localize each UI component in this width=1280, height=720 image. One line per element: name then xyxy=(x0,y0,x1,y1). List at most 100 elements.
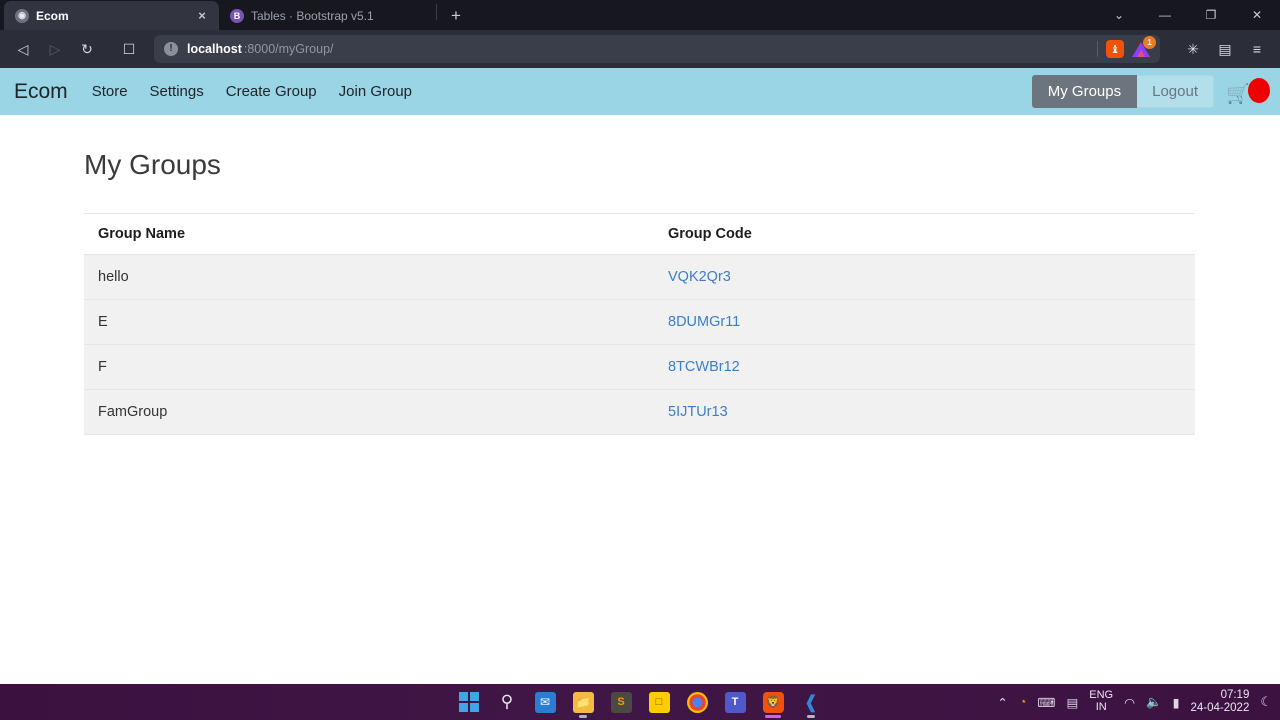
table-row: F 8TCWBr12 xyxy=(84,344,1195,390)
browser-tab-bootstrap[interactable]: B Tables · Bootstrap v5.1 xyxy=(219,1,434,30)
url-host: localhost xyxy=(187,42,242,56)
reload-icon[interactable]: ↻ xyxy=(72,35,102,63)
clock-date: 24-04-2022 xyxy=(1190,702,1250,714)
close-icon[interactable]: × xyxy=(195,8,209,23)
group-code-link[interactable]: VQK2Qr3 xyxy=(668,269,731,285)
start-button[interactable] xyxy=(456,687,482,717)
clock-time: 07:19 xyxy=(1220,689,1250,702)
tab-title: Ecom xyxy=(36,8,69,23)
bookmark-icon[interactable]: ☐ xyxy=(112,35,146,63)
show-hidden-icons-chevron-icon[interactable]: ⌃ xyxy=(997,695,1007,710)
globe-icon: ◉ xyxy=(15,8,29,23)
battery-icon[interactable]: ▮ xyxy=(1173,695,1180,710)
navbar-right: My Groups Logout 🛒 xyxy=(1031,68,1270,115)
system-tray: ⌃ ◔ ⌨ ▤ ENG IN ◠ 🔈 ▮ 07:19 24-04-2022 ☾ xyxy=(997,684,1272,720)
taskbar-apps: ⚲ ✉ 📁 S □ T 🦁 ❰ xyxy=(456,684,824,720)
window-controls: ⌄ — ❐ ✕ xyxy=(1096,0,1280,30)
language-indicator[interactable]: ENG IN xyxy=(1089,690,1113,713)
wallet-icon[interactable]: ▤ xyxy=(1210,35,1240,63)
cell-group-code: 5IJTUr13 xyxy=(654,389,1195,435)
table-row: FamGroup 5IJTUr13 xyxy=(84,389,1195,435)
do-not-disturb-icon[interactable]: ☾ xyxy=(1260,694,1272,710)
page-title: My Groups xyxy=(84,149,221,180)
tab-title: Tables · Bootstrap v5.1 xyxy=(251,8,374,23)
nav-links: Store Settings Create Group Join Group xyxy=(92,83,412,100)
cell-group-code: 8TCWBr12 xyxy=(654,344,1195,390)
site-info-icon[interactable]: ! xyxy=(164,42,178,56)
table-row: E 8DUMGr11 xyxy=(84,299,1195,345)
cart-button[interactable]: 🛒 xyxy=(1226,76,1270,108)
wifi-icon[interactable]: ◠ xyxy=(1124,695,1135,710)
site-navbar: Ecom Store Settings Create Group Join Gr… xyxy=(0,68,1280,115)
address-bar-icons: ♝ 1 xyxy=(1097,35,1160,63)
triangle-inner-shape xyxy=(1137,50,1145,57)
language-line-2: IN xyxy=(1095,701,1107,713)
nav-item-join-group[interactable]: Join Group xyxy=(339,83,412,100)
table-header-row: Group Name Group Code xyxy=(84,213,1195,255)
tab-strip: ◉ Ecom × B Tables · Bootstrap v5.1 + xyxy=(0,0,473,30)
touchpad-icon[interactable]: ▤ xyxy=(1066,695,1078,710)
groups-table: Group Name Group Code hello VQK2Qr3 E 8D… xyxy=(84,213,1195,435)
brave-shield-icon[interactable]: ♝ xyxy=(1106,40,1124,58)
page-content: Ecom Store Settings Create Group Join Gr… xyxy=(0,68,1280,684)
cart-badge xyxy=(1248,77,1270,103)
clock[interactable]: 07:19 24-04-2022 xyxy=(1191,689,1250,714)
windows-logo-icon xyxy=(459,692,479,712)
volume-icon[interactable]: 🔈 xyxy=(1146,695,1162,710)
toolbar-right-icons: ✳ ▤ ≡ xyxy=(1178,35,1272,63)
forward-icon[interactable]: ▷ xyxy=(40,35,70,63)
table-row: hello VQK2Qr3 xyxy=(84,254,1195,300)
sticky-notes-icon[interactable]: □ xyxy=(646,687,672,717)
menu-icon[interactable]: ≡ xyxy=(1242,35,1272,63)
browser-window: ◉ Ecom × B Tables · Bootstrap v5.1 + ⌄ —… xyxy=(0,0,1280,684)
sublime-text-icon[interactable]: S xyxy=(608,687,634,717)
bootstrap-icon: B xyxy=(230,8,244,23)
nav-item-settings[interactable]: Settings xyxy=(150,83,204,100)
brave-rewards-triangle-icon[interactable]: 1 xyxy=(1132,36,1156,58)
chrome-icon[interactable] xyxy=(684,687,710,717)
tab-search-icon[interactable]: ⌄ xyxy=(1096,0,1142,30)
close-window-icon[interactable]: ✕ xyxy=(1234,0,1280,30)
cell-group-code: 8DUMGr11 xyxy=(654,299,1195,345)
logout-button[interactable]: Logout xyxy=(1137,75,1214,108)
sync-icon[interactable]: ◔ xyxy=(1019,695,1027,709)
site-brand[interactable]: Ecom xyxy=(14,80,68,104)
group-code-link[interactable]: 5IJTUr13 xyxy=(668,404,728,420)
group-code-link[interactable]: 8TCWBr12 xyxy=(668,359,740,375)
keyboard-icon[interactable]: ⌨ xyxy=(1037,695,1055,710)
extensions-icon[interactable]: ✳ xyxy=(1178,35,1208,63)
page-container: My Groups Group Name Group Code hello VQ… xyxy=(0,149,1280,435)
column-header-group-name: Group Name xyxy=(84,213,654,255)
nav-item-create-group[interactable]: Create Group xyxy=(226,83,317,100)
browser-titlebar: ◉ Ecom × B Tables · Bootstrap v5.1 + ⌄ —… xyxy=(0,0,1280,30)
brave-icon[interactable]: 🦁 xyxy=(760,687,786,718)
cell-group-name: F xyxy=(84,344,654,390)
teams-icon[interactable]: T xyxy=(722,687,748,717)
table-header: Group Name Group Code xyxy=(84,213,1195,255)
back-icon[interactable]: ◁ xyxy=(8,35,38,63)
search-icon[interactable]: ⚲ xyxy=(494,687,520,717)
cell-group-name: hello xyxy=(84,254,654,300)
url-path: :8000/myGroup/ xyxy=(243,42,334,56)
browser-toolbar: ◁ ▷ ↻ ☐ ! localhost :8000/myGroup/ ♝ 1 ✳… xyxy=(0,30,1280,68)
group-code-link[interactable]: 8DUMGr11 xyxy=(668,314,740,330)
minimize-icon[interactable]: — xyxy=(1142,0,1188,30)
address-bar[interactable]: ! localhost :8000/myGroup/ ♝ 1 xyxy=(154,35,1160,63)
cell-group-code: VQK2Qr3 xyxy=(654,254,1195,300)
rewards-badge: 1 xyxy=(1143,36,1156,49)
vscode-icon[interactable]: ❰ xyxy=(798,687,824,718)
browser-tab-ecom[interactable]: ◉ Ecom × xyxy=(4,1,219,30)
account-button-group: My Groups Logout xyxy=(1031,75,1214,108)
cart-icon: 🛒 xyxy=(1226,83,1250,105)
my-groups-button[interactable]: My Groups xyxy=(1031,75,1138,108)
file-explorer-icon[interactable]: 📁 xyxy=(570,687,596,718)
new-tab-button[interactable]: + xyxy=(439,1,473,30)
restore-icon[interactable]: ❐ xyxy=(1188,0,1234,30)
cell-group-name: E xyxy=(84,299,654,345)
table-body: hello VQK2Qr3 E 8DUMGr11 F 8TCWBr12 FamG… xyxy=(84,254,1195,435)
mail-icon[interactable]: ✉ xyxy=(532,687,558,717)
windows-taskbar: ⚲ ✉ 📁 S □ T 🦁 ❰ ⌃ ◔ ⌨ ▤ ENG IN ◠ 🔈 ▮ 07:… xyxy=(0,684,1280,720)
nav-item-store[interactable]: Store xyxy=(92,83,128,100)
cell-group-name: FamGroup xyxy=(84,389,654,435)
divider xyxy=(1097,41,1098,57)
